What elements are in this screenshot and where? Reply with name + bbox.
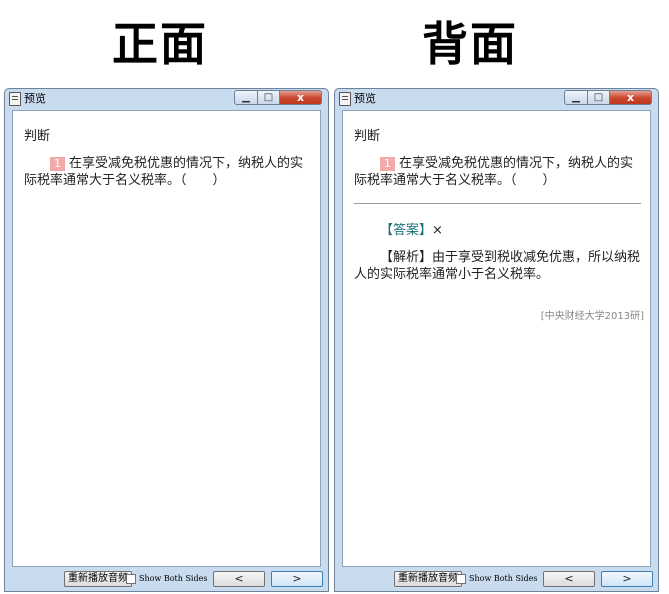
app-icon <box>9 92 21 106</box>
front-heading: 正面 <box>112 17 208 71</box>
next-button[interactable]: > <box>271 571 323 587</box>
bottom-toolbar: 重新播放音频 Show Both Sides < > <box>5 567 328 591</box>
question: 1 在享受减免税优惠的情况下，纳税人的实际税率通常大于名义税率。（ ） <box>24 155 309 189</box>
title-bar[interactable]: 预览 ▁ □ x <box>335 89 658 109</box>
card-content: 判断 1 在享受减免税优惠的情况下，纳税人的实际税率通常大于名义税率。（ ） 【答… <box>342 110 651 567</box>
bottom-toolbar: 重新播放音频 Show Both Sides < > <box>335 567 658 591</box>
next-button[interactable]: > <box>601 571 653 587</box>
answer-value: × <box>432 223 443 238</box>
show-both-sides-checkbox[interactable] <box>456 574 466 584</box>
question-number-badge: 1 <box>380 157 395 171</box>
question-number-badge: 1 <box>50 157 65 171</box>
show-both-sides-checkbox[interactable] <box>126 574 136 584</box>
answer: 【答案】× <box>380 219 443 238</box>
window-buttons: ▁ □ x <box>234 90 322 105</box>
category-label: 判断 <box>24 129 51 144</box>
chevron-left-icon: < <box>234 572 244 585</box>
divider <box>354 203 641 204</box>
close-button[interactable]: x <box>280 90 322 105</box>
window-title: 预览 <box>24 92 46 105</box>
answer-label: 【答案】 <box>380 223 433 238</box>
close-icon: x <box>296 91 305 104</box>
back-heading: 背面 <box>422 17 518 71</box>
analysis-text: 【解析】由于享受到税收减免优惠，所以纳税人的实际税率通常小于名义税率。 <box>354 250 641 282</box>
minimize-button[interactable]: ▁ <box>234 90 258 105</box>
replay-audio-button[interactable]: 重新播放音频 <box>394 571 462 587</box>
chevron-left-icon: < <box>564 572 574 585</box>
category-label: 判断 <box>354 129 381 144</box>
close-button[interactable]: x <box>610 90 652 105</box>
question-text: 在享受减免税优惠的情况下，纳税人的实际税率通常大于名义税率。（ ） <box>24 156 304 188</box>
front-preview-window: 预览 ▁ □ x 判断 1 在享受减免税优惠的情况下，纳税人的实际税率通常大于名义… <box>4 88 329 592</box>
maximize-icon: □ <box>263 92 274 103</box>
question-text: 在享受减免税优惠的情况下，纳税人的实际税率通常大于名义税率。（ ） <box>354 156 634 188</box>
window-buttons: ▁ □ x <box>564 90 652 105</box>
window-title: 预览 <box>354 92 376 105</box>
question: 1 在享受减免税优惠的情况下，纳税人的实际税率通常大于名义税率。（ ） <box>354 155 639 189</box>
previous-button[interactable]: < <box>543 571 595 587</box>
minimize-icon: ▁ <box>242 92 250 103</box>
chevron-right-icon: > <box>622 572 632 585</box>
minimize-icon: ▁ <box>572 92 580 103</box>
show-both-sides-label: Show Both Sides <box>139 574 208 583</box>
chevron-right-icon: > <box>292 572 302 585</box>
back-preview-window: 预览 ▁ □ x 判断 1 在享受减免税优惠的情况下，纳税人的实际税率通常大于名义… <box>334 88 659 592</box>
app-icon <box>339 92 351 106</box>
previous-button[interactable]: < <box>213 571 265 587</box>
maximize-button[interactable]: □ <box>588 90 610 105</box>
title-bar[interactable]: 预览 ▁ □ x <box>5 89 328 109</box>
show-both-sides-label: Show Both Sides <box>469 574 538 583</box>
replay-audio-button[interactable]: 重新播放音频 <box>64 571 132 587</box>
maximize-icon: □ <box>593 92 604 103</box>
close-icon: x <box>626 91 635 104</box>
minimize-button[interactable]: ▁ <box>564 90 588 105</box>
maximize-button[interactable]: □ <box>258 90 280 105</box>
card-content: 判断 1 在享受减免税优惠的情况下，纳税人的实际税率通常大于名义税率。（ ） <box>12 110 321 567</box>
source-citation: [中央财经大学2013研] <box>540 311 644 322</box>
